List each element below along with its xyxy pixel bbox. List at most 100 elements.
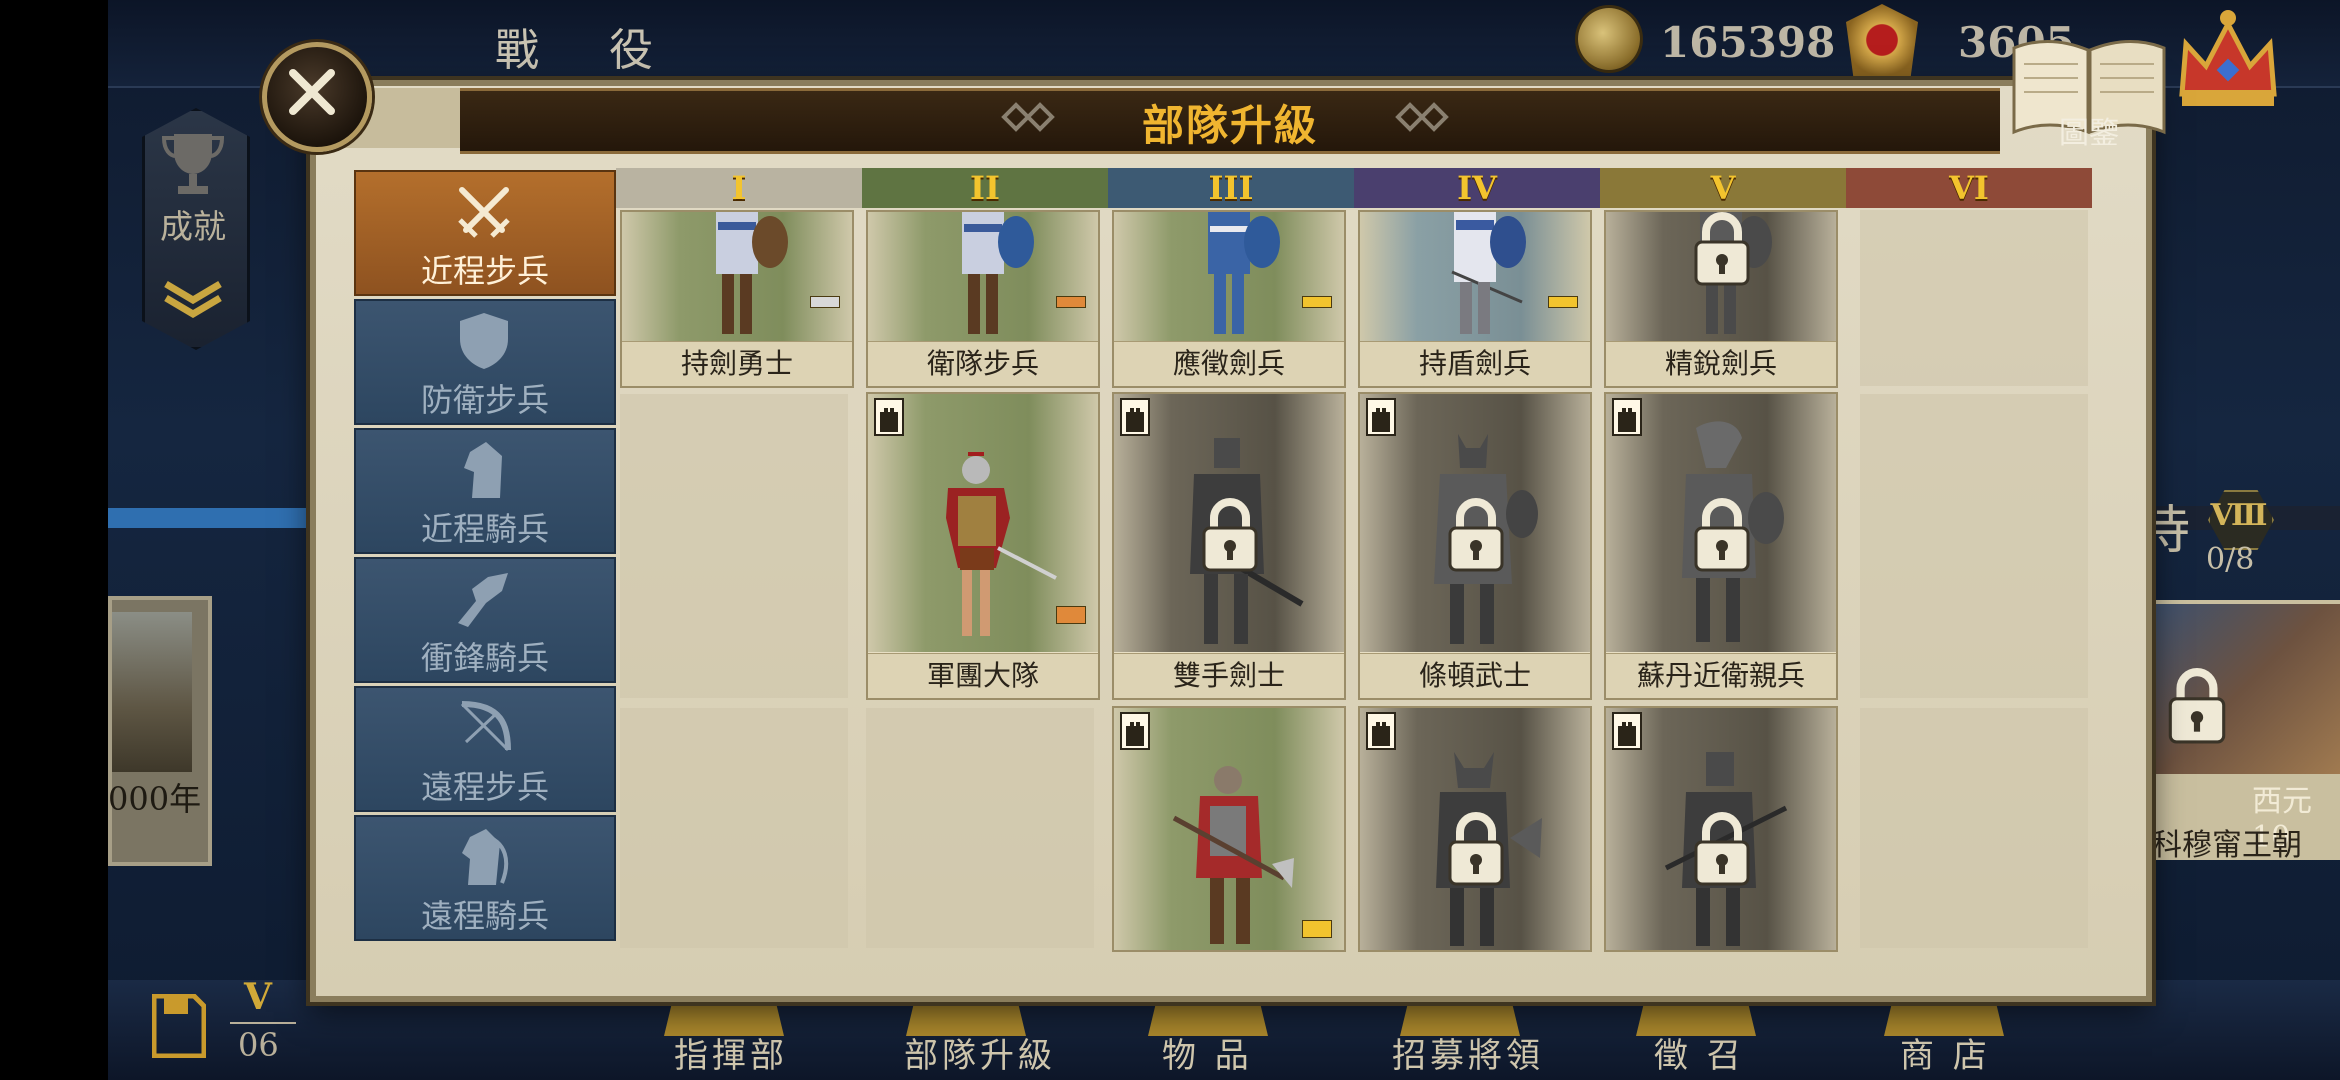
progress-band [108,508,313,528]
campaign-dynasty: 科穆甯王朝 [2152,828,2302,863]
unit-name: 衛隊步兵 [868,341,1098,386]
category-ranged-infantry[interactable]: 遠程步兵 [354,686,616,812]
header-ornament-icon [1001,102,1055,132]
trophy-icon [162,134,224,194]
category-melee-infantry[interactable]: 近程步兵 [354,170,616,296]
lock-icon [1448,812,1504,886]
unit-card-conscript-swordsman[interactable]: 應徵劍兵 [1112,210,1346,388]
empty-slot [620,394,848,698]
gold-counter: 165398 [1660,18,1836,67]
tower-icon [1612,398,1642,436]
tier-header-3[interactable]: III [1108,168,1354,208]
unit-card-teutonic-knight[interactable]: 條頓武士 [1358,392,1592,700]
axe-warrior-figure-icon [1172,766,1294,944]
lock-icon [1448,498,1504,572]
category-melee-cavalry[interactable]: 近程騎兵 [354,428,616,554]
rank-indicator [1302,920,1332,938]
crossed-swords-icon [458,187,510,238]
category-label: 近程步兵 [420,252,549,290]
category-label: 衝鋒騎兵 [420,639,549,677]
save-icon[interactable] [152,994,206,1058]
category-charge-cavalry[interactable]: 衝鋒騎兵 [354,557,616,683]
soldier-figure-icon [1451,212,1526,334]
tower-icon [1366,398,1396,436]
unit-name: 應徵劍兵 [1114,341,1344,386]
horse-head-icon [464,442,502,498]
soldier-figure-icon [1208,212,1280,334]
unit-name: 精銳劍兵 [1606,341,1836,386]
empty-slot [1860,708,2088,948]
unit-card-guard-infantry[interactable]: 衛隊步兵 [866,210,1100,388]
unit-card-locked-halberdier[interactable] [1604,706,1838,952]
tab-items[interactable]: 物 品 [1162,1028,1253,1077]
page-number: 06 [238,1026,279,1064]
unit-name: 軍團大隊 [868,653,1098,698]
tower-icon [1366,712,1396,750]
lock-icon [2168,668,2226,744]
unit-card-sword-warrior[interactable]: 持劍勇士 [620,210,854,388]
unit-card-elite-swordsman[interactable]: 精銳劍兵 [1604,210,1838,388]
crown-icon[interactable] [2172,4,2284,114]
lock-icon [1694,812,1750,886]
category-label: 遠程步兵 [420,768,549,806]
horse-archer-icon [462,829,509,885]
empty-slot [620,708,848,948]
page-divider [230,1022,296,1024]
tower-icon [1120,712,1150,750]
tier-header-4[interactable]: IV [1354,168,1600,208]
soldier-figure-icon [716,212,788,334]
close-button[interactable] [262,42,372,152]
tab-conscript[interactable]: 徵 召 [1654,1028,1745,1077]
tab-recruit-generals[interactable]: 招募將領 [1392,1028,1544,1077]
unit-card-sultan-guard[interactable]: 蘇丹近衛親兵 [1604,392,1838,700]
unit-card-locked-axeman[interactable] [1358,706,1592,952]
lock-icon [1694,498,1750,572]
tab-headquarters[interactable]: 指揮部 [674,1028,788,1077]
era-card-image [112,612,192,772]
tab-unit-upgrade[interactable]: 部隊升級 [904,1028,1056,1077]
unit-name: 持盾劍兵 [1360,341,1590,386]
unit-card-legion-cohort[interactable]: 軍團大隊 [866,392,1100,700]
tower-icon [1612,712,1642,750]
tier-header-1[interactable]: I [616,168,862,208]
modal-title: 部隊升級 [1141,101,1318,150]
unit-card-shield-swordsman[interactable]: 持盾劍兵 [1358,210,1592,388]
unit-name: 條頓武士 [1360,653,1590,698]
tier-header-6[interactable]: VI [1846,168,2092,208]
lock-icon [1694,212,1750,286]
era-card-year: 000年 [108,780,202,818]
close-icon [289,69,335,115]
achievements-label: 成就 [160,207,226,246]
lock-icon [1202,498,1258,572]
rank-indicator [1548,296,1578,308]
category-label: 遠程騎兵 [420,897,549,935]
unit-name: 蘇丹近衛親兵 [1606,653,1836,698]
empty-slot [866,708,1094,948]
tier-header-2[interactable]: II [862,168,1108,208]
unit-name: 持劍勇士 [622,341,852,386]
charging-horse-icon [458,573,508,627]
chevron-down-icon[interactable] [160,278,226,318]
bow-icon [460,701,511,752]
rank-progress: 0/8 [2206,542,2255,577]
unit-card-axe-warrior[interactable] [1112,706,1346,952]
screen-title: 戰 役 [495,25,681,76]
unit-card-two-handed-swordsman[interactable]: 雙手劍士 [1112,392,1346,700]
shield-icon [460,313,508,369]
category-defensive-infantry[interactable]: 防衛步兵 [354,299,616,425]
empty-slot [1860,394,2088,698]
unit-name: 雙手劍士 [1114,653,1344,698]
gold-coin-icon [1578,8,1640,70]
tab-shop[interactable]: 商 店 [1900,1028,1991,1077]
rank-numeral: Ⅷ [2210,498,2268,533]
tower-icon [874,398,904,436]
roman-legionary-figure-icon [946,452,1057,636]
codex-label: 圖鑒 [2059,116,2119,151]
rank-indicator [810,296,840,308]
soldier-figure-icon [962,212,1034,334]
tier-header-5[interactable]: V [1600,168,1846,208]
rank-indicator [1302,296,1332,308]
empty-slot [1860,210,2088,386]
category-ranged-cavalry[interactable]: 遠程騎兵 [354,815,616,941]
page-roman: V [244,976,272,1018]
